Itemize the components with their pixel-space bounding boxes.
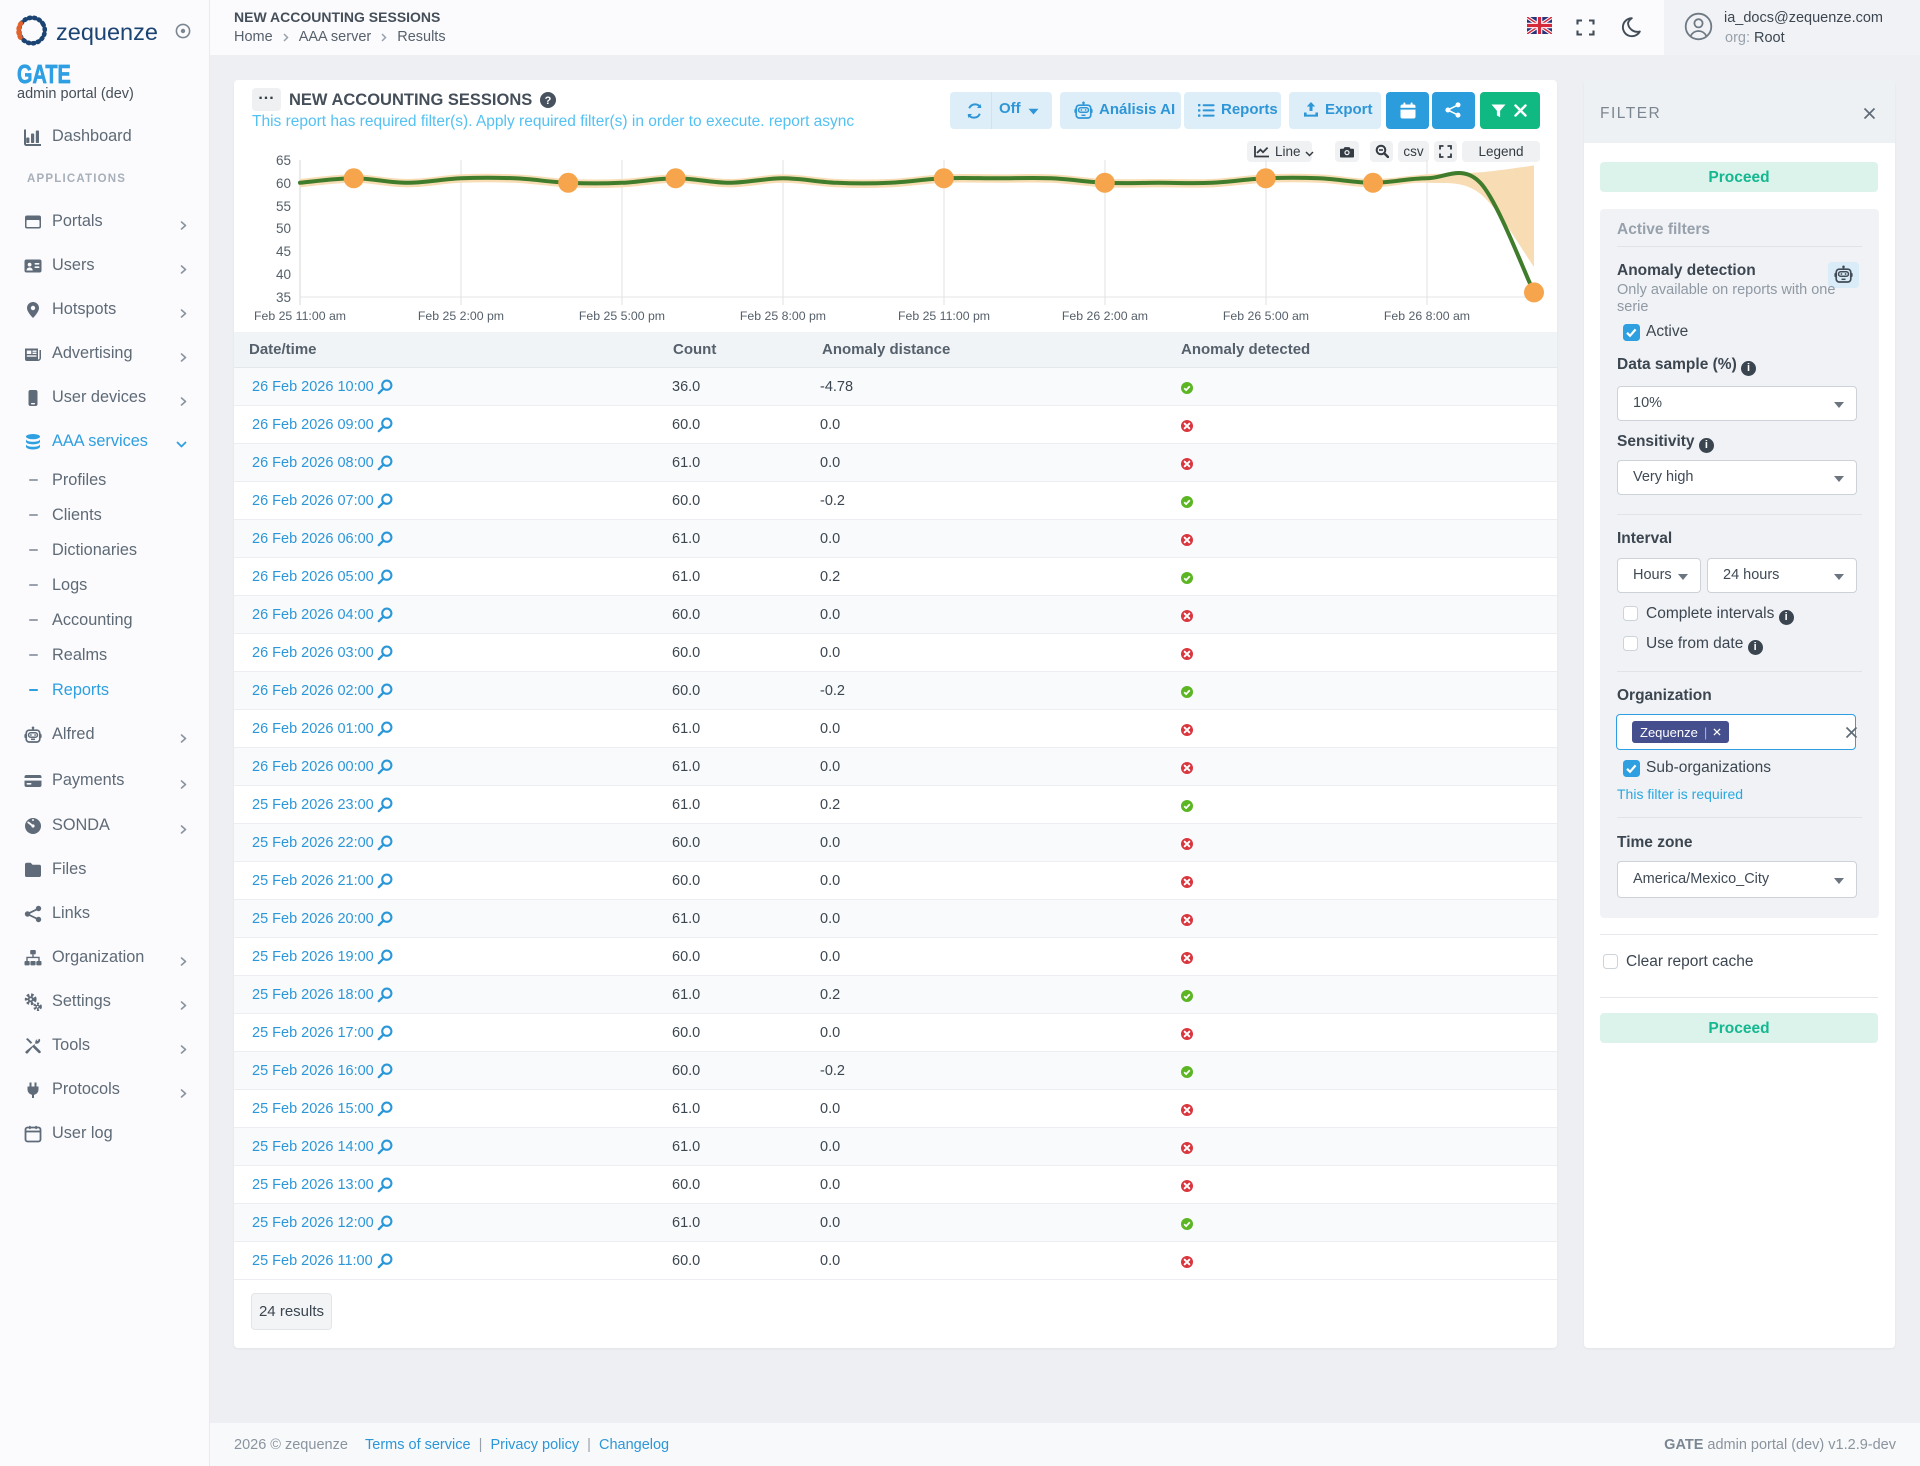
svg-text:Feb 26 5:00 am: Feb 26 5:00 am: [1223, 309, 1309, 323]
svg-text:?: ?: [545, 95, 552, 107]
svg-text:Feb 26 2:00 am: Feb 26 2:00 am: [1062, 309, 1148, 323]
svg-text:65: 65: [276, 153, 291, 168]
svg-text:Feb 25 8:00 pm: Feb 25 8:00 pm: [740, 309, 826, 323]
svg-text:60: 60: [276, 176, 291, 191]
svg-text:Feb 25 11:00 pm: Feb 25 11:00 pm: [898, 309, 990, 323]
svg-text:35: 35: [276, 290, 291, 305]
svg-text:Feb 26 8:00 am: Feb 26 8:00 am: [1384, 309, 1470, 323]
svg-text:Feb 25 2:00 pm: Feb 25 2:00 pm: [418, 309, 504, 323]
svg-text:45: 45: [276, 244, 291, 259]
svg-text:Feb 25 5:00 pm: Feb 25 5:00 pm: [579, 309, 665, 323]
svg-text:40: 40: [276, 267, 291, 282]
svg-text:Feb 25 11:00 am: Feb 25 11:00 am: [254, 309, 346, 323]
svg-text:55: 55: [276, 199, 291, 214]
svg-text:50: 50: [276, 221, 291, 236]
